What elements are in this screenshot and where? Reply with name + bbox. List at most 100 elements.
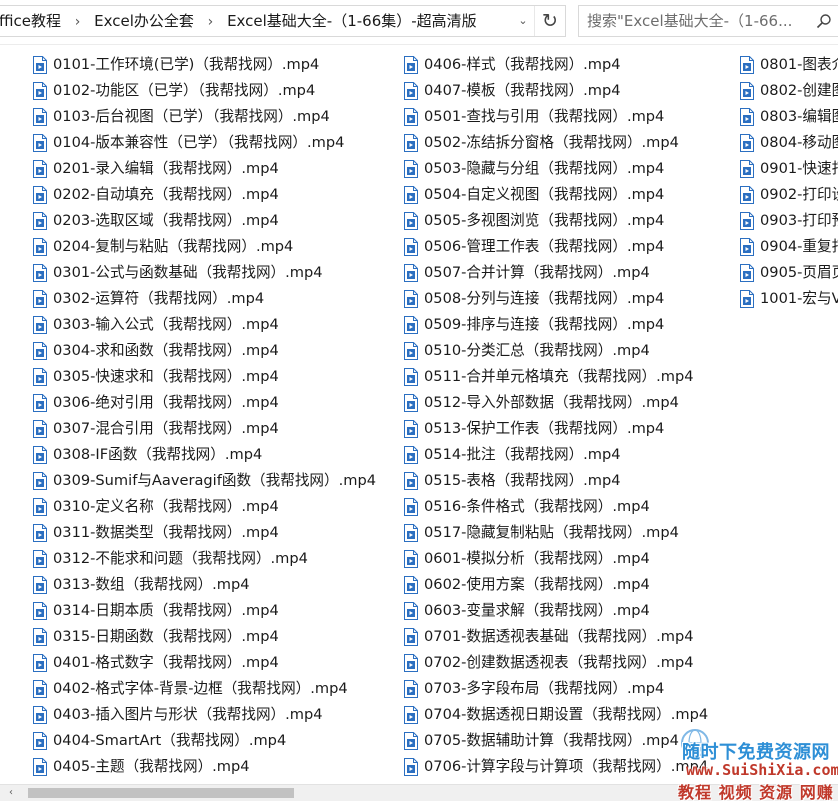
video-file-icon	[33, 368, 47, 386]
video-file-icon	[404, 602, 418, 620]
video-file-icon	[404, 82, 418, 100]
file-name: 0301-公式与函数基础（我帮找网）.mp4	[53, 264, 323, 281]
video-file-icon	[33, 446, 47, 464]
file-name: 0702-创建数据透视表（我帮找网）.mp4	[424, 654, 694, 671]
file-name: 0202-自动填充（我帮找网）.mp4	[53, 186, 279, 203]
file-name: 0305-快速求和（我帮找网）.mp4	[53, 368, 279, 385]
video-file-icon	[404, 680, 418, 698]
file-name: 0514-批注（我帮找网）.mp4	[424, 446, 621, 463]
video-file-icon	[33, 576, 47, 594]
search-icon[interactable]	[816, 13, 832, 29]
file-name: 0406-样式（我帮找网）.mp4	[424, 56, 621, 73]
breadcrumb: ffice教程 › Excel办公全套 › Excel基础大全-（1-66集）-…	[0, 6, 477, 36]
file-name: 0512-导入外部数据（我帮找网）.mp4	[424, 394, 679, 411]
file-name: 0515-表格（我帮找网）.mp4	[424, 472, 621, 489]
file-name: 0311-数据类型（我帮找网）.mp4	[53, 524, 279, 541]
video-file-icon	[404, 342, 418, 360]
address-history-dropdown-icon[interactable]: ⌄	[511, 6, 535, 36]
search-input[interactable]: 搜索"Excel基础大全-（1-66...	[587, 6, 792, 36]
file-name: 0502-冻结拆分窗格（我帮找网）.mp4	[424, 134, 679, 151]
video-file-icon	[33, 342, 47, 360]
search-box[interactable]: 搜索"Excel基础大全-（1-66...	[578, 5, 838, 37]
video-file-icon	[404, 368, 418, 386]
breadcrumb-separator[interactable]: ›	[208, 7, 214, 36]
video-file-icon	[404, 160, 418, 178]
file-name: 0407-模板（我帮找网）.mp4	[424, 82, 621, 99]
video-file-icon	[404, 394, 418, 412]
file-name: 0101-工作环境(已学)（我帮找网）.mp4	[53, 56, 320, 73]
video-file-icon	[33, 550, 47, 568]
file-name: 0314-日期本质（我帮找网）.mp4	[53, 602, 279, 619]
video-file-icon	[740, 238, 754, 256]
video-file-icon	[33, 212, 47, 230]
video-file-icon	[33, 238, 47, 256]
file-name: 0102-功能区（已学）（我帮找网）.mp4	[53, 82, 316, 99]
video-file-icon	[33, 394, 47, 412]
video-file-icon	[404, 524, 418, 542]
breadcrumb-item[interactable]: ffice教程	[0, 6, 61, 36]
file-name: 0517-隐藏复制粘贴（我帮找网）.mp4	[424, 524, 679, 541]
video-file-icon	[33, 602, 47, 620]
video-file-icon	[404, 212, 418, 230]
video-file-icon	[33, 264, 47, 282]
file-name: 0505-多视图浏览（我帮找网）.mp4	[424, 212, 665, 229]
video-file-icon	[740, 82, 754, 100]
file-name: 0307-混合引用（我帮找网）.mp4	[53, 420, 279, 437]
file-name: 0501-查找与引用（我帮找网）.mp4	[424, 108, 665, 125]
file-name: 0405-主题（我帮找网）.mp4	[53, 758, 250, 775]
video-file-icon	[33, 654, 47, 672]
video-file-icon	[404, 446, 418, 464]
video-file-icon	[740, 160, 754, 178]
video-file-icon	[33, 524, 47, 542]
file-name: 0703-多字段布局（我帮找网）.mp4	[424, 680, 665, 697]
breadcrumb-item[interactable]: Excel基础大全-（1-66集）-超高清版	[227, 6, 477, 36]
breadcrumb-item[interactable]: Excel办公全套	[94, 6, 194, 36]
file-name: 0401-格式数字（我帮找网）.mp4	[53, 654, 279, 671]
video-file-icon	[33, 732, 47, 750]
video-file-icon	[740, 186, 754, 204]
file-name: 0503-隐藏与分组（我帮找网）.mp4	[424, 160, 665, 177]
file-name: 0313-数组（我帮找网）.mp4	[53, 576, 250, 593]
breadcrumb-separator[interactable]: ›	[75, 7, 81, 36]
file-name: 0706-计算字段与计算项（我帮找网）.mp4	[424, 758, 709, 775]
video-file-icon	[33, 56, 47, 74]
file-name: 0201-录入编辑（我帮找网）.mp4	[53, 160, 279, 177]
video-file-icon	[404, 732, 418, 750]
file-name: 0513-保护工作表（我帮找网）.mp4	[424, 420, 665, 437]
file-name: 0204-复制与粘贴（我帮找网）.mp4	[53, 238, 294, 255]
address-bar[interactable]: ffice教程 › Excel办公全套 › Excel基础大全-（1-66集）-…	[0, 5, 566, 37]
file-name: 1001-宏与V	[760, 290, 838, 307]
horizontal-scrollbar[interactable]: ‹	[0, 784, 838, 801]
video-file-icon	[33, 758, 47, 776]
video-file-icon	[33, 186, 47, 204]
file-name: 0504-自定义视图（我帮找网）.mp4	[424, 186, 665, 203]
file-name: 0803-编辑图	[760, 108, 838, 125]
scrollbar-thumb[interactable]	[28, 788, 294, 798]
file-name: 0902-打印设	[760, 186, 838, 203]
file-name: 0516-条件格式（我帮找网）.mp4	[424, 498, 650, 515]
explorer-toolbar: ffice教程 › Excel办公全套 › Excel基础大全-（1-66集）-…	[0, 0, 838, 45]
video-file-icon	[404, 550, 418, 568]
video-file-icon	[33, 108, 47, 126]
file-name: 0308-IF函数（我帮找网）.mp4	[53, 446, 263, 463]
video-file-icon	[404, 108, 418, 126]
file-name: 0303-输入公式（我帮找网）.mp4	[53, 316, 279, 333]
refresh-icon[interactable]: ↻	[534, 6, 565, 36]
file-name: 0511-合并单元格填充（我帮找网）.mp4	[424, 368, 694, 385]
video-file-icon	[33, 134, 47, 152]
video-file-icon	[33, 628, 47, 646]
video-file-icon	[740, 134, 754, 152]
file-name: 0403-插入图片与形状（我帮找网）.mp4	[53, 706, 323, 723]
video-file-icon	[33, 290, 47, 308]
video-file-icon	[33, 316, 47, 334]
video-file-icon	[404, 758, 418, 776]
file-name: 0306-绝对引用（我帮找网）.mp4	[53, 394, 279, 411]
video-file-icon	[33, 706, 47, 724]
file-name: 0506-管理工作表（我帮找网）.mp4	[424, 238, 665, 255]
file-name: 0104-版本兼容性（已学）（我帮找网）.mp4	[53, 134, 345, 151]
video-file-icon	[404, 498, 418, 516]
file-name: 0509-排序与连接（我帮找网）.mp4	[424, 316, 665, 333]
video-file-icon	[33, 680, 47, 698]
file-name: 0302-运算符（我帮找网）.mp4	[53, 290, 265, 307]
scroll-left-arrow-icon[interactable]: ‹	[4, 787, 18, 799]
